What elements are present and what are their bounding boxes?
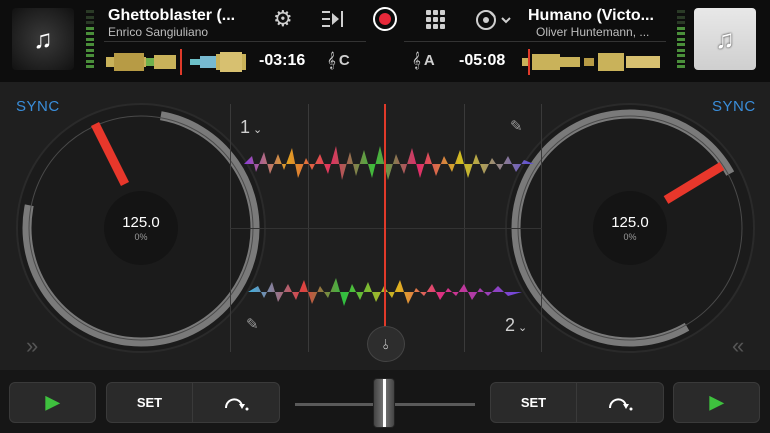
key-clef-icon: 𝄞 [412,52,421,69]
playhead-marker [384,104,386,352]
right-key-value: A [423,52,435,69]
left-loop-button[interactable] [192,382,280,423]
music-note-icon: ♫ [33,23,53,54]
crossfader-knob[interactable] [373,378,395,428]
record-icon [379,13,391,25]
double-chevron-left-icon[interactable]: « [732,333,744,359]
right-key[interactable]: 𝄞 A [412,52,435,69]
deck-2-number: 2 [505,315,516,335]
mixer-button[interactable]: ⫰ [367,326,405,362]
playlist-icon[interactable] [322,9,346,29]
record-button[interactable] [373,7,397,31]
right-track-artist: Oliver Huntemann, ... [536,25,650,39]
pencil-icon[interactable]: ✎ [246,315,259,333]
left-track-artist: Enrico Sangiuliano [108,25,209,39]
right-loop-button[interactable] [576,382,664,423]
music-note-icon: ♫ [715,23,735,54]
left-key-value: C [338,52,350,69]
left-remaining-time: -03:16 [259,52,306,69]
right-play-button[interactable]: ▶ [673,382,760,423]
gear-icon[interactable]: ⚙ [273,8,293,30]
right-mini-waveform[interactable] [522,49,664,75]
left-pitch: 0% [134,232,147,242]
right-vu-meter [677,10,685,68]
left-set-button[interactable]: SET [106,382,193,423]
right-bpm: 125.0 [611,214,649,231]
deck-1-number: 1 [240,117,251,137]
right-track-title[interactable]: Humano (Victo... [528,7,654,25]
double-chevron-right-icon[interactable]: » [26,333,38,359]
loop-icon [609,398,633,410]
key-clef-icon: 𝄞 [327,52,336,69]
chevron-down-icon: ⌄ [253,124,263,136]
left-key[interactable]: 𝄞 C [327,52,350,69]
pencil-icon[interactable]: ✎ [510,117,523,135]
deck-2-selector[interactable]: 2 ⌄ [505,315,527,336]
right-set-button[interactable]: SET [490,382,577,423]
chevron-down-icon: ⌄ [518,322,528,334]
right-pitch: 0% [623,232,636,242]
right-remaining-time: -05:08 [459,52,506,69]
loop-icon [225,398,249,410]
left-vu-meter [86,10,94,68]
left-mini-waveform[interactable] [106,49,248,75]
grid-icon[interactable] [426,10,445,29]
left-cover-art[interactable]: ♫ [12,8,74,70]
divider [104,41,366,42]
mixer-icon: ⫰ [382,335,390,352]
left-play-button[interactable]: ▶ [9,382,96,423]
divider [404,41,666,42]
play-icon: ▶ [45,392,60,412]
right-cover-art[interactable]: ♫ [694,8,756,70]
deck-1-selector[interactable]: 1 ⌄ [240,117,262,138]
left-bpm: 125.0 [122,214,160,231]
vinyl-icon[interactable] [475,9,515,31]
left-track-title[interactable]: Ghettoblaster (... [108,7,235,25]
left-deck-waveform [244,146,534,180]
play-icon: ▶ [709,392,724,412]
